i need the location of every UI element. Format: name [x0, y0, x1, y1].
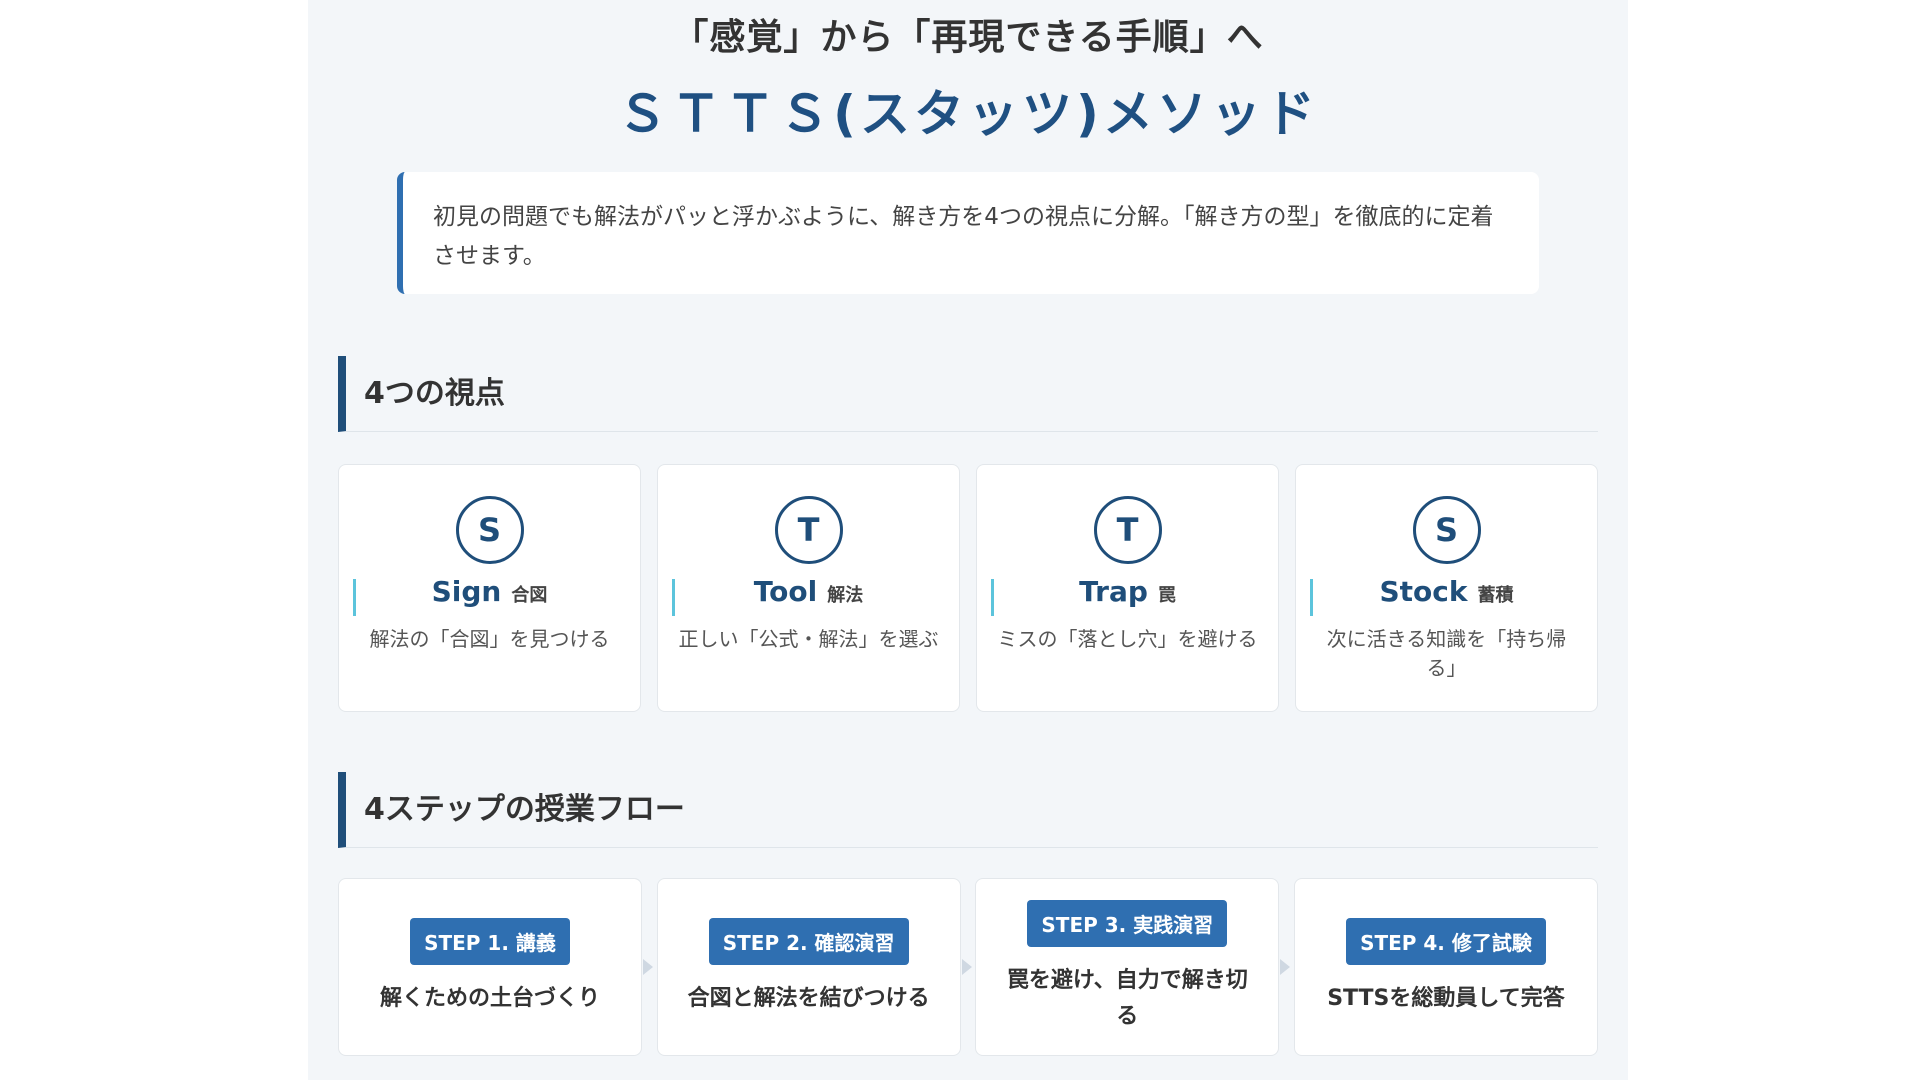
step-text: 解くための土台づくり	[379, 985, 600, 1011]
step-card-2: STEP 2. 確認演習 合図と解法を結びつける	[656, 878, 972, 1056]
viewpoint-name: Stock	[1379, 575, 1468, 608]
viewpoint-title: Stock 蓄積	[1296, 575, 1597, 608]
hero-subtitle: 「感覚」から「再現できる手順」へ	[672, 17, 1264, 58]
viewpoint-desc: ミスの「落とし穴」を避ける	[997, 627, 1258, 651]
step-card-3: STEP 3. 実践演習 罠を避け、自力で解き切る	[975, 878, 1291, 1056]
viewpoints-list: S Sign 合図 解法の「合図」を見つける T Tool 解法 正しい「公式・解法…	[338, 464, 1598, 712]
letter-badge: S	[455, 496, 524, 564]
viewpoint-title: Tool 解法	[658, 575, 959, 608]
flow-heading: 4ステップの授業フロー	[338, 772, 1598, 848]
viewpoint-card-stock: S Stock 蓄積 次に活きる知識を「持ち帰る」	[1295, 464, 1598, 712]
step-text: 罠を避け、自力で解き切る	[1006, 967, 1248, 1029]
viewpoint-name: Sign	[431, 575, 502, 608]
step-text: STTSを総動員して完答	[1327, 985, 1565, 1011]
viewpoint-name: Trap	[1079, 575, 1148, 608]
viewpoint-desc: 次に活きる知識を「持ち帰る」	[1326, 627, 1567, 680]
viewpoints-heading: 4つの視点	[338, 356, 1598, 432]
step-badge: STEP 2. 確認演習	[708, 917, 909, 965]
letter-badge: T	[1093, 496, 1162, 564]
viewpoint-name: Tool	[753, 575, 818, 608]
step-badge: STEP 4. 修了試験	[1346, 917, 1546, 965]
letter-badge: T	[774, 496, 843, 564]
viewpoint-jp: 解法	[827, 585, 864, 606]
viewpoint-jp: 合図	[511, 585, 548, 606]
viewpoint-card-trap: T Trap 罠 ミスの「落とし穴」を避ける	[976, 464, 1279, 712]
hero-title: ＳＴＴＳ(スタッツ)メソッド	[617, 85, 1319, 143]
arrow-right-icon	[961, 959, 972, 975]
viewpoint-card-tool: T Tool 解法 正しい「公式・解法」を選ぶ	[657, 464, 960, 712]
step-card-4: STEP 4. 修了試験 STTSを総動員して完答	[1293, 878, 1598, 1056]
viewpoint-desc: 解法の「合図」を見つける	[369, 627, 610, 651]
arrow-right-icon	[643, 959, 653, 975]
viewpoint-desc: 正しい「公式・解法」を選ぶ	[678, 627, 939, 651]
arrow-right-icon	[1280, 959, 1291, 975]
viewpoint-jp: 蓄積	[1477, 585, 1514, 606]
step-card-1: STEP 1. 講義 解くための土台づくり	[338, 878, 653, 1056]
viewpoint-title: Sign 合図	[339, 575, 640, 608]
viewpoint-title: Trap 罠	[977, 575, 1278, 608]
intro-callout: 初見の問題でも解法がパッと浮かぶように、解き方を4つの視点に分解。「解き方の型」…	[397, 172, 1539, 294]
letter-badge: S	[1412, 496, 1481, 564]
step-text: 合図と解法を結びつける	[687, 985, 930, 1011]
intro-text: 初見の問題でも解法がパッと浮かぶように、解き方を4つの視点に分解。「解き方の型」…	[433, 204, 1494, 269]
flow-steps: STEP 1. 講義 解くための土台づくり STEP 2. 確認演習 合図と解法…	[338, 878, 1598, 1056]
step-badge: STEP 1. 講義	[410, 917, 570, 965]
method-panel: 「感覚」から「再現できる手順」へ ＳＴＴＳ(スタッツ)メソッド 初見の問題でも解…	[308, 0, 1628, 1080]
viewpoint-card-sign: S Sign 合図 解法の「合図」を見つける	[338, 464, 641, 712]
step-badge: STEP 3. 実践演習	[1027, 899, 1228, 947]
viewpoint-jp: 罠	[1157, 585, 1176, 606]
